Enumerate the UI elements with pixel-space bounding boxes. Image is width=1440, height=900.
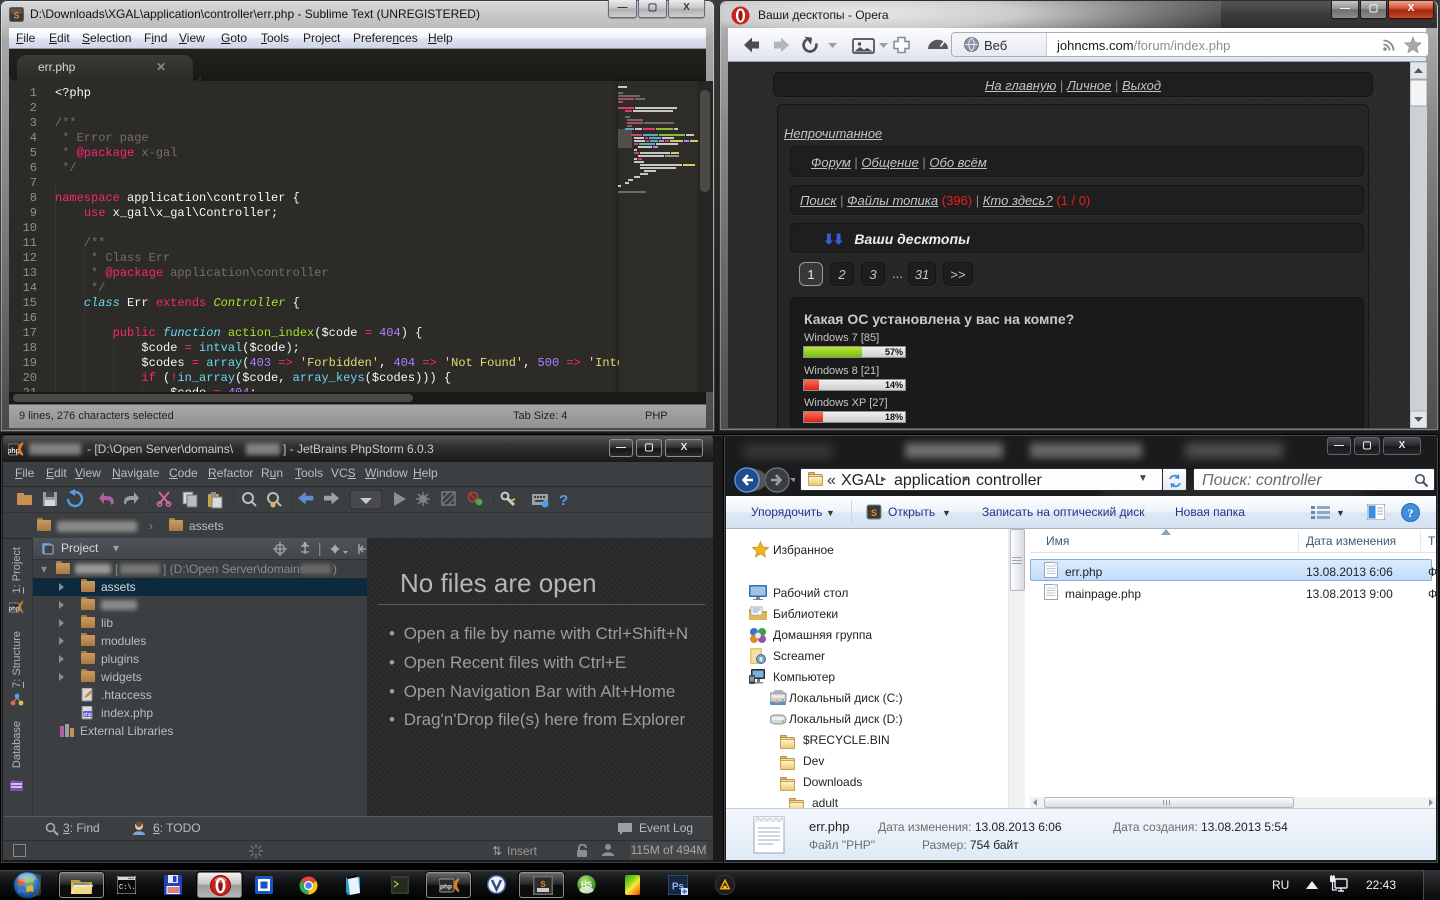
svg-text:S: S	[540, 880, 546, 889]
svg-text:?: ?	[1408, 506, 1414, 520]
svg-text:php: php	[9, 607, 20, 613]
svg-text:S: S	[871, 508, 877, 518]
svg-text:HS: HS	[581, 881, 593, 890]
svg-text:?: ?	[559, 492, 568, 509]
svg-text:php: php	[83, 712, 92, 718]
svg-text:C:\.: C:\.	[119, 884, 136, 892]
svg-text:S: S	[13, 11, 19, 21]
svg-text:php: php	[440, 884, 452, 891]
